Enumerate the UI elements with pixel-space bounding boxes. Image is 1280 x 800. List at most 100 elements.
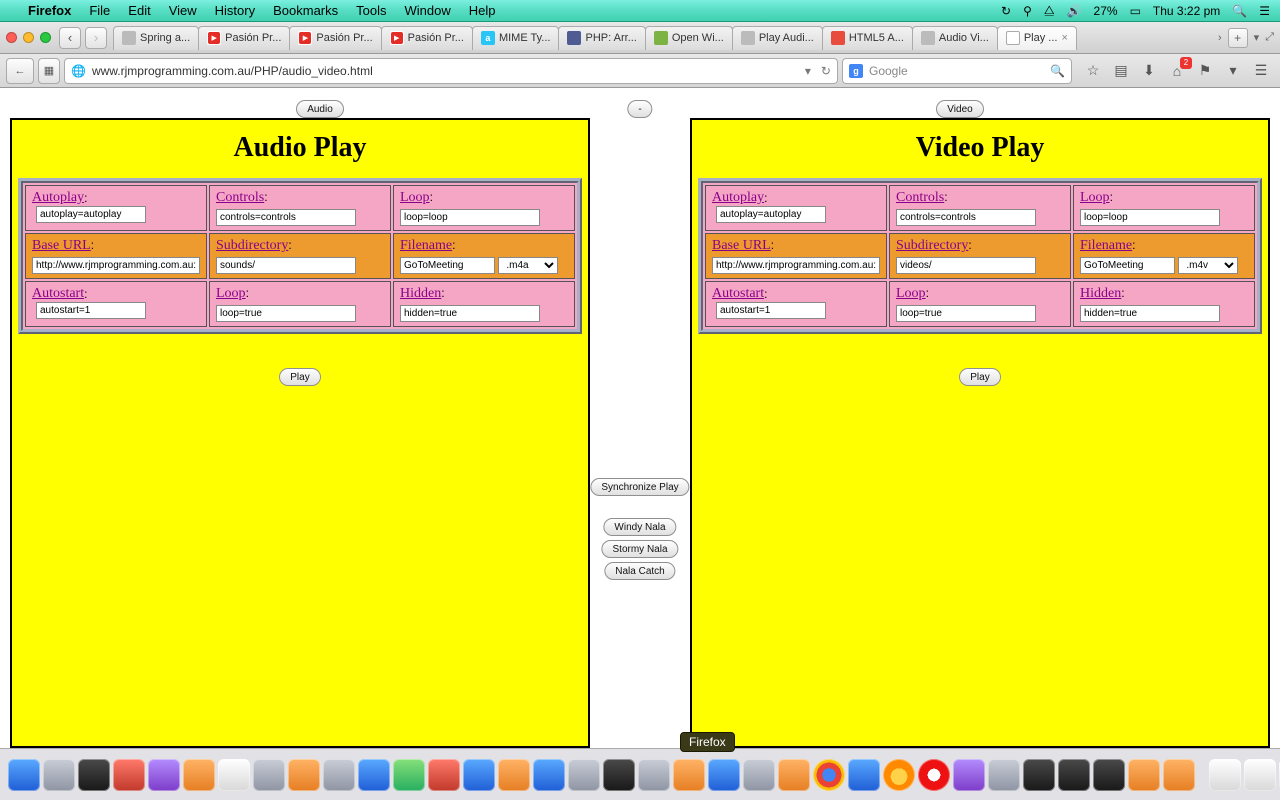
dock-calendar-icon[interactable]: [218, 759, 250, 791]
menu-history[interactable]: History: [215, 3, 255, 18]
new-tab-button[interactable]: +: [1228, 28, 1248, 48]
sync-icon[interactable]: ↻: [1001, 4, 1011, 18]
dock-app-icon[interactable]: [288, 759, 320, 791]
video-baseurl-input[interactable]: [712, 257, 880, 274]
video-controls-input[interactable]: [896, 209, 1036, 226]
spotlight-icon[interactable]: 🔍: [1232, 4, 1247, 18]
feed-dropdown-icon[interactable]: ▾: [1220, 59, 1246, 83]
tabs-list-button[interactable]: ▾: [1254, 31, 1260, 44]
dock-app-icon[interactable]: [708, 759, 740, 791]
browser-tab[interactable]: Open Wi...: [645, 26, 733, 50]
battery-icon[interactable]: ▭: [1130, 4, 1141, 18]
dock-app-icon[interactable]: [988, 759, 1020, 791]
dock-app-icon[interactable]: [498, 759, 530, 791]
search-go-icon[interactable]: 🔍: [1050, 64, 1065, 78]
dock-app-icon[interactable]: [568, 759, 600, 791]
browser-tab[interactable]: PHP: Arr...: [558, 26, 645, 50]
tab-history-forward-button[interactable]: ›: [85, 27, 107, 49]
dock-opera-icon[interactable]: [918, 759, 950, 791]
audio-autostart-input[interactable]: [36, 302, 146, 319]
window-minimize-button[interactable]: [23, 32, 34, 43]
video-play-button[interactable]: Play: [959, 368, 1000, 386]
clock[interactable]: Thu 3:22 pm: [1153, 4, 1220, 18]
dock-safari-icon[interactable]: [848, 759, 880, 791]
dock-app-icon[interactable]: [148, 759, 180, 791]
video-autostart-input[interactable]: [716, 302, 826, 319]
dock-app-icon[interactable]: [253, 759, 285, 791]
app-name[interactable]: Firefox: [28, 3, 71, 18]
dock-finder-icon[interactable]: [8, 759, 40, 791]
menu-help[interactable]: Help: [469, 3, 496, 18]
browser-tab[interactable]: HTML5 A...: [822, 26, 913, 50]
audio-controls-input[interactable]: [216, 209, 356, 226]
tab-close-icon[interactable]: ×: [1061, 32, 1067, 44]
dock-app-icon[interactable]: [1023, 759, 1055, 791]
library-icon[interactable]: ▤: [1108, 59, 1134, 83]
dock-app-icon[interactable]: [1128, 759, 1160, 791]
menu-edit[interactable]: Edit: [128, 3, 150, 18]
fullscreen-button[interactable]: ⤢: [1265, 31, 1274, 44]
dock-app-icon[interactable]: [428, 759, 460, 791]
dock-app-icon[interactable]: [1093, 759, 1125, 791]
browser-tab[interactable]: Audio Vi...: [912, 26, 998, 50]
menu-window[interactable]: Window: [405, 3, 451, 18]
menu-file[interactable]: File: [89, 3, 110, 18]
video-hidden-input[interactable]: [1080, 305, 1220, 322]
nav-dropdown-button[interactable]: ▦: [38, 58, 60, 84]
url-field[interactable]: 🌐 www.rjmprogramming.com.au/PHP/audio_vi…: [64, 58, 838, 84]
audio-loop1-input[interactable]: [400, 209, 540, 226]
browser-tab[interactable]: Pasión Pr...: [289, 26, 381, 50]
dock-firefox-icon[interactable]: [883, 759, 915, 791]
video-loop2-input[interactable]: [896, 305, 1036, 322]
dock-chrome-icon[interactable]: [813, 759, 845, 791]
dock-appstore-icon[interactable]: [533, 759, 565, 791]
audio-autoplay-input[interactable]: [36, 206, 146, 223]
preset-windy-nala-button[interactable]: Windy Nala: [603, 518, 676, 536]
downloads-icon[interactable]: ⬇: [1136, 59, 1162, 83]
audio-filename-input[interactable]: [400, 257, 495, 274]
video-subdir-input[interactable]: [896, 257, 1036, 274]
menu-bookmarks[interactable]: Bookmarks: [273, 3, 338, 18]
dock-app-icon[interactable]: [78, 759, 110, 791]
preset-stormy-nala-button[interactable]: Stormy Nala: [601, 540, 678, 558]
audio-ext-select[interactable]: .m4a: [498, 257, 558, 274]
audio-hidden-input[interactable]: [400, 305, 540, 322]
dock-messages-icon[interactable]: [393, 759, 425, 791]
home-icon[interactable]: ⌂2: [1164, 59, 1190, 83]
synchronize-play-button[interactable]: Synchronize Play: [590, 478, 689, 496]
dock-app-icon[interactable]: [673, 759, 705, 791]
dock-app-icon[interactable]: [183, 759, 215, 791]
dock-app-icon[interactable]: [43, 759, 75, 791]
audio-loop2-input[interactable]: [216, 305, 356, 322]
dock-app-icon[interactable]: [1163, 759, 1195, 791]
preset-nala-catch-button[interactable]: Nala Catch: [604, 562, 675, 580]
dock-app-icon[interactable]: [603, 759, 635, 791]
dock-app-icon[interactable]: [953, 759, 985, 791]
video-ext-select[interactable]: .m4v: [1178, 257, 1238, 274]
site-identity-icon[interactable]: 🌐: [71, 64, 86, 78]
window-zoom-button[interactable]: [40, 32, 51, 43]
wifi-icon[interactable]: ⧋: [1044, 3, 1055, 18]
nav-back-button[interactable]: ←: [6, 58, 34, 84]
browser-tab[interactable]: Spring a...: [113, 26, 199, 50]
dock-app-icon[interactable]: [323, 759, 355, 791]
dock-folder-icon[interactable]: [1209, 759, 1241, 791]
audio-baseurl-input[interactable]: [32, 257, 200, 274]
dock-app-icon[interactable]: [638, 759, 670, 791]
dock-app-icon[interactable]: [113, 759, 145, 791]
menu-view[interactable]: View: [169, 3, 197, 18]
audio-toggle-button[interactable]: Audio: [296, 100, 344, 118]
bluetooth-icon[interactable]: ⚲: [1023, 4, 1032, 18]
browser-tab[interactable]: Pasión Pr...: [381, 26, 473, 50]
browser-tab[interactable]: Play ...×: [997, 26, 1077, 50]
bookmark-star-icon[interactable]: ☆: [1080, 59, 1106, 83]
collapse-button[interactable]: -: [627, 100, 652, 118]
volume-icon[interactable]: 🔊: [1067, 4, 1082, 18]
browser-tab[interactable]: Play Audi...: [732, 26, 823, 50]
browser-tab[interactable]: aMIME Ty...: [472, 26, 560, 50]
browser-tab[interactable]: Pasión Pr...: [198, 26, 290, 50]
audio-play-button[interactable]: Play: [279, 368, 320, 386]
dock-app-icon[interactable]: [743, 759, 775, 791]
audio-subdir-input[interactable]: [216, 257, 356, 274]
tabs-overflow-button[interactable]: ›: [1218, 32, 1222, 44]
